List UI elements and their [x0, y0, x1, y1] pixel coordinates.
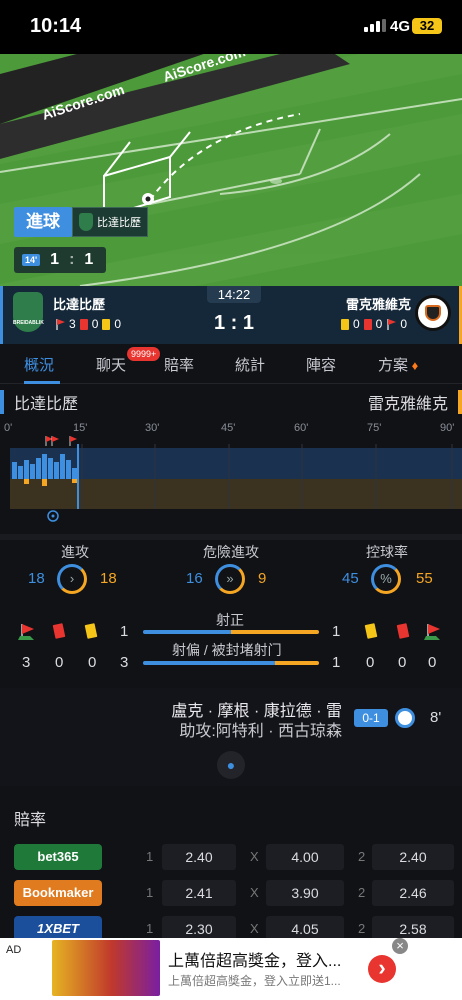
- ad-label: AD: [6, 944, 22, 956]
- away-match-stats: 0 0 0: [340, 317, 407, 331]
- tab-chat[interactable]: 聊天: [96, 354, 126, 375]
- fire-icon: ♦: [408, 358, 419, 373]
- danger-ring-icon: »: [215, 564, 245, 594]
- ad-title: 上萬倍超高獎金，登入...: [168, 953, 342, 970]
- ad-image: [52, 940, 160, 996]
- home-on-target: 1: [120, 623, 129, 640]
- tab-tips[interactable]: 方案 ♦: [378, 354, 418, 375]
- stat-possession: 控球率 45 % 55: [312, 540, 462, 610]
- stat-dangerous-attack: 危險進攻 16 » 9: [156, 540, 306, 610]
- corner-flag-icon: [69, 436, 77, 446]
- ad-banner[interactable]: AD 上萬倍超高獎金，登入... 上萬倍超高獎金，登入立即送1... › ×: [0, 938, 462, 1000]
- yellow-card-icon: [340, 318, 349, 330]
- home-off-target: 3: [120, 654, 129, 671]
- corner-flag-icon: [424, 624, 440, 640]
- possession-ring-icon: %: [371, 564, 401, 594]
- assist-text: 助攻:阿特利 · 西古琼森: [179, 723, 342, 740]
- tab-lineup[interactable]: 陣容: [306, 354, 336, 375]
- momentum-bars: [12, 436, 453, 522]
- off-target-bar: [143, 661, 319, 665]
- ad-close-button[interactable]: ×: [392, 938, 408, 954]
- away-crest-icon: [415, 295, 451, 331]
- odds-title: 賠率: [14, 812, 47, 829]
- status-bar: 10:14 4G 32: [0, 0, 462, 54]
- team-crest-icon: [79, 213, 93, 231]
- stat-attack: 進攻 18 › 18: [0, 540, 150, 610]
- corner-flag-icon: [386, 318, 397, 330]
- tab-stats[interactable]: 統計: [235, 354, 265, 375]
- whistle-icon: ●: [217, 751, 245, 779]
- mini-scoreboard: 14' 1 : 1: [14, 247, 106, 273]
- timeline-teams: 比達比歷 雷克雅維克: [0, 388, 462, 416]
- on-target-bar: [143, 630, 319, 634]
- off-target-label: 射偏 / 被封堵射门: [172, 642, 282, 658]
- momentum-timeline[interactable]: 0' 15' 30' 45' 60' 75' 90': [0, 416, 462, 526]
- away-on-target: 1: [332, 623, 341, 640]
- red-card-icon: [363, 318, 372, 330]
- match-animation[interactable]: AiScore.com AiScore.com 進球 比達比歷 14' 1 : …: [0, 54, 462, 286]
- odds-panel: 賠率 bet365 1 2.40 X 4.00 2 2.40 Bookmaker…: [0, 792, 462, 942]
- scoreboard: 14:22 BREIDABLIK 比達比歷 3 0 0 1 : 1 雷克雅維克 …: [0, 286, 462, 344]
- odds-row[interactable]: Bookmaker 1 2.41 X 3.90 2 2.46: [14, 880, 454, 906]
- yellow-card-icon: [84, 623, 98, 639]
- on-target-label: 射正: [216, 612, 244, 628]
- away-off-target: 1: [332, 654, 341, 671]
- goal-event[interactable]: 盧克 · 摩根 · 康拉德 · 雷 助攻:阿特利 · 西古琼森 0-1 8' ●: [0, 688, 462, 786]
- shots-panel: 1 射正 1 3 0 0 3 射偏 / 被封堵射门 1 0 0 0: [0, 612, 462, 680]
- attack-ring-icon: ›: [57, 564, 87, 594]
- active-tab-indicator: [24, 381, 60, 384]
- goal-team: 比達比歷: [72, 207, 148, 237]
- bookmaker-logo[interactable]: bet365: [14, 844, 102, 870]
- clock: 10:14: [30, 15, 82, 37]
- ad-subtitle: 上萬倍超高獎金，登入立即送1...: [168, 974, 341, 988]
- red-card-icon: [396, 623, 410, 639]
- signal-icon: [364, 19, 386, 32]
- network-label: 4G: [390, 18, 411, 35]
- match-clock: 14:22: [207, 286, 261, 303]
- corner-flag-icon: [51, 436, 59, 446]
- chat-count-badge: 9999+: [127, 347, 161, 361]
- event-minute: 8': [430, 709, 442, 726]
- corner-flag-icon: [18, 624, 34, 640]
- odds-row[interactable]: bet365 1 2.40 X 4.00 2 2.40: [14, 844, 454, 870]
- ad-arrow-button[interactable]: ›: [368, 955, 396, 983]
- yellow-card-icon: [364, 623, 378, 639]
- battery-icon: 32: [412, 18, 442, 34]
- event-score: 0-1: [354, 709, 388, 727]
- bookmaker-logo[interactable]: Bookmaker: [14, 880, 102, 906]
- tab-overview[interactable]: 概況: [24, 354, 54, 375]
- goal-label: 進球: [14, 207, 72, 237]
- home-team-name[interactable]: 比達比歷: [53, 294, 105, 313]
- tab-bar: 概況 聊天 賠率 統計 陣容 方案 ♦: [0, 344, 462, 384]
- away-team-name[interactable]: 雷克雅維克: [346, 294, 411, 313]
- timeline-away-name: 雷克雅維克: [368, 390, 462, 414]
- ball-icon: [395, 708, 415, 728]
- tab-odds[interactable]: 賠率: [164, 354, 194, 375]
- timeline-home-name: 比達比歷: [0, 390, 78, 414]
- red-card-icon: [52, 623, 66, 639]
